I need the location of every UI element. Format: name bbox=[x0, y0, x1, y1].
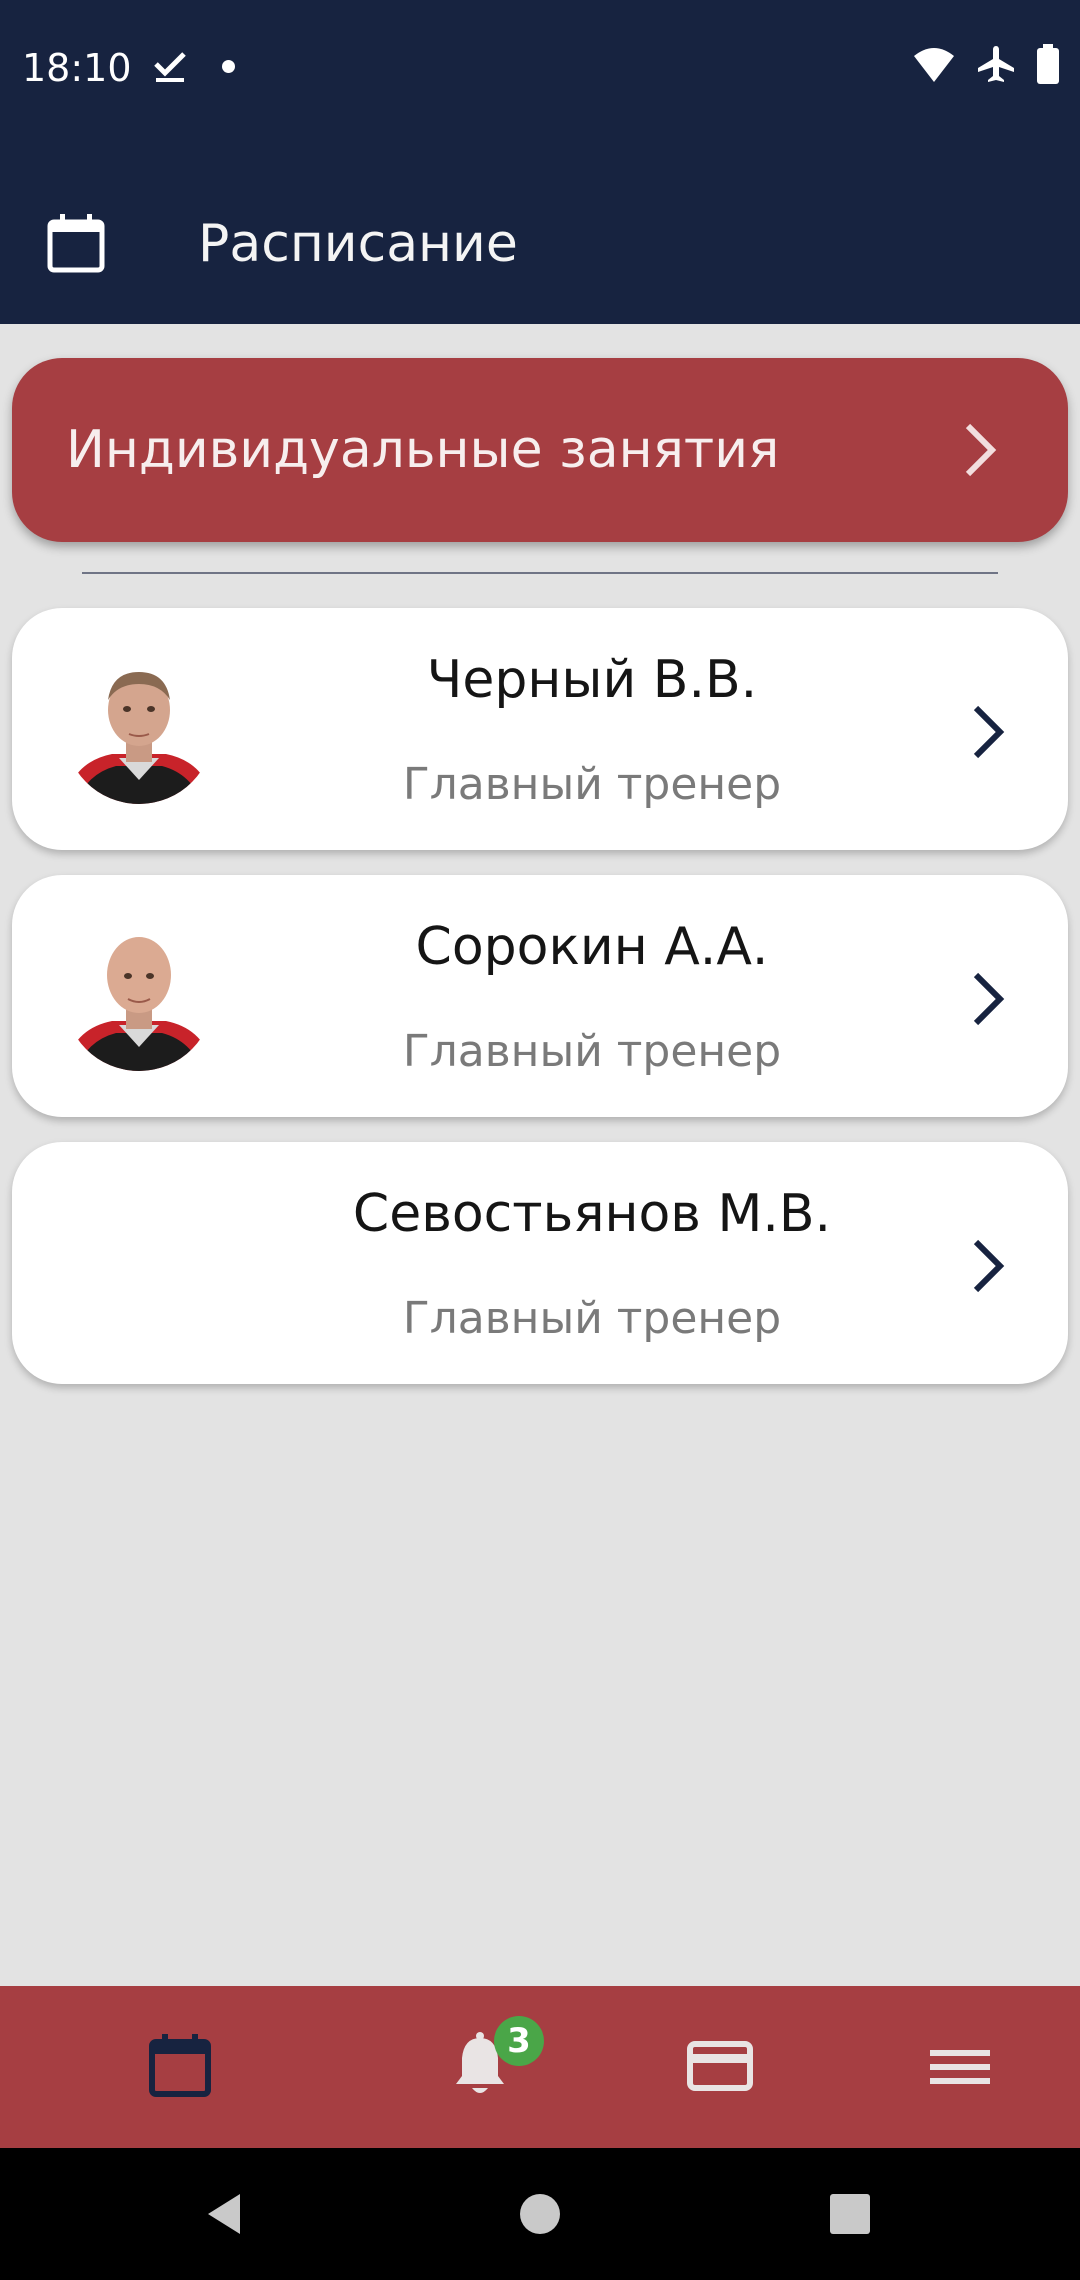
trainer-card[interactable]: Сорокин А.А. Главный тренер bbox=[12, 875, 1068, 1117]
divider bbox=[82, 572, 998, 574]
bottom-nav bbox=[0, 1986, 1080, 2148]
status-bar: 18:10 bbox=[0, 0, 1080, 138]
individual-lessons-button[interactable]: Индивидуальные занятия bbox=[12, 358, 1068, 542]
chevron-right-icon bbox=[965, 423, 997, 477]
wifi-icon bbox=[914, 48, 954, 82]
trainer-name: Севостьянов М.В. bbox=[352, 1184, 832, 1244]
trainer-name: Сорокин А.А. bbox=[415, 917, 769, 977]
system-nav bbox=[0, 2148, 1080, 2280]
download-done-icon bbox=[154, 52, 186, 82]
home-icon[interactable] bbox=[514, 2188, 566, 2240]
status-icons bbox=[912, 44, 1060, 84]
trainer-card[interactable]: Севостьянов М.В. Главный тренер bbox=[12, 1142, 1068, 1384]
back-icon[interactable] bbox=[200, 2188, 252, 2240]
chevron-right-icon bbox=[973, 972, 1005, 1026]
recents-icon[interactable] bbox=[824, 2188, 876, 2240]
app-bar: Расписание bbox=[0, 138, 1080, 324]
chevron-right-icon bbox=[973, 705, 1005, 759]
credit-card-icon[interactable] bbox=[680, 2026, 760, 2106]
trainer-role: Главный тренер bbox=[402, 1026, 782, 1077]
individual-lessons-label: Индивидуальные занятия bbox=[66, 420, 780, 480]
calendar-icon[interactable] bbox=[44, 212, 108, 276]
airplane-icon bbox=[978, 46, 1014, 82]
notification-dot bbox=[222, 60, 235, 73]
page-title: Расписание bbox=[198, 214, 518, 274]
chevron-right-icon bbox=[973, 1239, 1005, 1293]
trainer-role: Главный тренер bbox=[402, 759, 782, 810]
battery-icon bbox=[1037, 44, 1059, 84]
notification-badge: 3 bbox=[494, 2016, 544, 2066]
status-time: 18:10 bbox=[22, 46, 132, 90]
calendar-icon[interactable] bbox=[140, 2026, 220, 2106]
trainer-name: Черный В.В. bbox=[426, 650, 758, 710]
trainer-card[interactable]: Черный В.В. Главный тренер bbox=[12, 608, 1068, 850]
menu-icon[interactable] bbox=[920, 2026, 1000, 2106]
trainer-avatar bbox=[64, 921, 214, 1071]
trainer-avatar bbox=[64, 654, 214, 804]
trainer-role: Главный тренер bbox=[402, 1293, 782, 1344]
